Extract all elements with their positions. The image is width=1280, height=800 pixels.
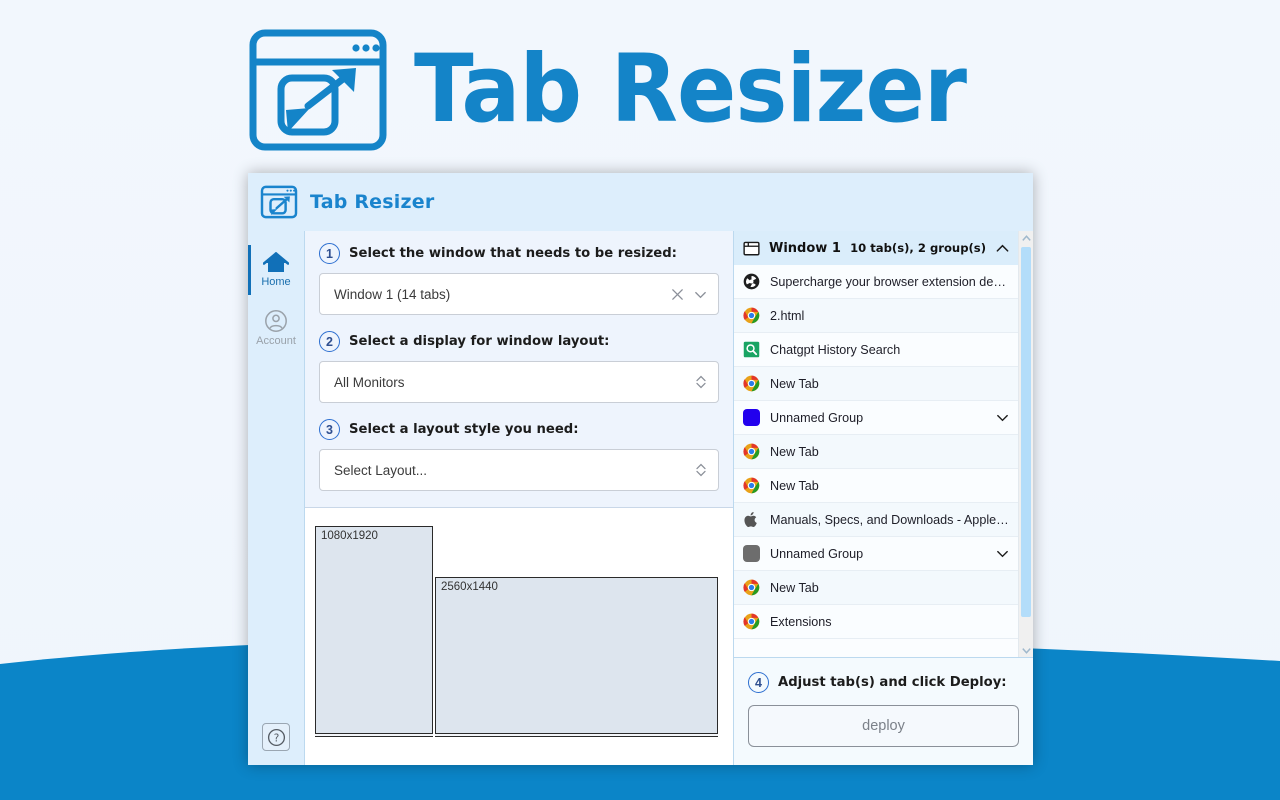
help-button[interactable]: ? xyxy=(262,723,290,751)
tab-row[interactable]: New Tab xyxy=(734,469,1018,503)
display-select[interactable]: All Monitors xyxy=(319,361,719,403)
tab-row[interactable]: Supercharge your browser extension devel… xyxy=(734,265,1018,299)
chevron-up-icon[interactable] xyxy=(995,241,1010,256)
window-group-name: Window 1 xyxy=(769,240,841,256)
monitor-box[interactable]: 1080x1920 xyxy=(315,526,433,734)
tab-panel: Window 1 10 tab(s), 2 group(s) Superchar… xyxy=(733,231,1033,765)
chevron-down-icon[interactable] xyxy=(995,546,1010,561)
tab-resizer-popup: Tab Resizer Home Account ? 1 Select the … xyxy=(248,173,1033,765)
hero-title: Tab Resizer xyxy=(414,35,967,145)
clear-icon[interactable] xyxy=(670,287,685,302)
step-4: 4 Adjust tab(s) and click Deploy: xyxy=(748,672,1019,693)
scroll-up-icon[interactable] xyxy=(1019,231,1033,245)
tab-row[interactable]: New Tab xyxy=(734,571,1018,605)
sidebar-item-home[interactable]: Home xyxy=(248,241,304,299)
display-select-value: All Monitors xyxy=(334,374,405,390)
scroll-down-icon[interactable] xyxy=(1019,643,1033,657)
group-color-swatch xyxy=(743,545,760,562)
step-1-label: Select the window that needs to be resiz… xyxy=(349,246,677,261)
extension-dev-favicon xyxy=(743,273,760,290)
stepper-icon[interactable] xyxy=(694,373,708,391)
tab-title: New Tab xyxy=(770,376,819,391)
group-color-swatch xyxy=(743,409,760,426)
deploy-button[interactable]: deploy xyxy=(748,705,1019,747)
home-icon xyxy=(263,252,289,272)
tab-row[interactable]: New Tab xyxy=(734,435,1018,469)
deploy-panel: 4 Adjust tab(s) and click Deploy: deploy xyxy=(734,657,1033,765)
monitor-resolution-label: 2560x1440 xyxy=(441,581,498,593)
apple-favicon xyxy=(744,512,757,528)
chrome-favicon xyxy=(743,443,760,460)
step-3: 3 Select a layout style you need: xyxy=(319,419,719,440)
app-title: Tab Resizer xyxy=(310,191,435,213)
monitor-box[interactable]: 2560x1440 xyxy=(435,577,718,734)
tab-group-row[interactable]: Unnamed Group xyxy=(734,401,1018,435)
layout-select[interactable]: Select Layout... xyxy=(319,449,719,491)
tab-list-scrollbar[interactable] xyxy=(1018,231,1033,657)
chevron-down-icon[interactable] xyxy=(693,287,708,302)
tab-title: New Tab xyxy=(770,580,819,595)
chrome-favicon xyxy=(743,375,760,392)
hero-branding: Tab Resizer xyxy=(248,28,1008,152)
sidebar-item-home-label: Home xyxy=(261,276,291,288)
chrome-favicon xyxy=(743,307,760,324)
monitor-preview[interactable]: 1080x1920 2560x1440 xyxy=(305,508,733,765)
stepper-icon[interactable] xyxy=(694,461,708,479)
chevron-down-icon[interactable] xyxy=(995,410,1010,425)
step-1: 1 Select the window that needs to be res… xyxy=(319,243,719,264)
main-content: 1 Select the window that needs to be res… xyxy=(304,231,733,765)
tab-title: New Tab xyxy=(770,478,819,493)
step-3-number: 3 xyxy=(319,419,340,440)
tab-title: Unnamed Group xyxy=(770,546,864,561)
tab-list[interactable]: Window 1 10 tab(s), 2 group(s) Superchar… xyxy=(734,231,1018,657)
step-2: 2 Select a display for window layout: xyxy=(319,331,719,352)
steps-panel: 1 Select the window that needs to be res… xyxy=(305,231,733,508)
sidebar-item-account[interactable]: Account xyxy=(248,299,304,357)
tab-resizer-logo-icon xyxy=(249,29,387,151)
tab-title: Manuals, Specs, and Downloads - Apple Su… xyxy=(770,512,1010,527)
green-search-favicon xyxy=(743,341,760,358)
app-header: Tab Resizer xyxy=(248,173,1033,231)
step-3-label: Select a layout style you need: xyxy=(349,422,579,437)
tab-title: Extensions xyxy=(770,614,832,629)
svg-text:?: ? xyxy=(273,732,279,744)
window-select[interactable]: Window 1 (14 tabs) xyxy=(319,273,719,315)
scrollbar-track[interactable] xyxy=(1019,245,1033,643)
step-4-number: 4 xyxy=(748,672,769,693)
window-group-header[interactable]: Window 1 10 tab(s), 2 group(s) xyxy=(734,231,1018,265)
tab-row[interactable]: Chatgpt History Search xyxy=(734,333,1018,367)
window-group-meta: 10 tab(s), 2 group(s) xyxy=(850,241,986,255)
scrollbar-thumb[interactable] xyxy=(1021,247,1031,617)
tab-row[interactable]: New Tab xyxy=(734,367,1018,401)
tab-resizer-app-icon xyxy=(260,185,298,219)
tab-title: Unnamed Group xyxy=(770,410,864,425)
sidebar-item-account-label: Account xyxy=(256,335,296,347)
step-4-label: Adjust tab(s) and click Deploy: xyxy=(778,675,1007,690)
chrome-favicon xyxy=(743,613,760,630)
tab-row[interactable]: 2.html xyxy=(734,299,1018,333)
tab-row[interactable]: Manuals, Specs, and Downloads - Apple Su… xyxy=(734,503,1018,537)
account-icon xyxy=(265,310,287,332)
help-question-icon: ? xyxy=(267,728,285,746)
step-2-label: Select a display for window layout: xyxy=(349,334,610,349)
chrome-favicon xyxy=(743,477,760,494)
window-select-value: Window 1 (14 tabs) xyxy=(334,286,451,302)
tab-title: Chatgpt History Search xyxy=(770,342,901,357)
tab-row[interactable]: Extensions xyxy=(734,605,1018,639)
browser-window-icon xyxy=(743,241,760,255)
tab-title: Supercharge your browser extension devel… xyxy=(770,274,1010,289)
monitor-resolution-label: 1080x1920 xyxy=(321,530,378,542)
step-2-number: 2 xyxy=(319,331,340,352)
tab-group-row[interactable]: Unnamed Group xyxy=(734,537,1018,571)
chrome-favicon xyxy=(743,579,760,596)
step-1-number: 1 xyxy=(319,243,340,264)
sidebar-rail: Home Account ? xyxy=(248,231,304,765)
tab-title: 2.html xyxy=(770,308,805,323)
layout-select-value: Select Layout... xyxy=(334,462,428,478)
tab-title: New Tab xyxy=(770,444,819,459)
